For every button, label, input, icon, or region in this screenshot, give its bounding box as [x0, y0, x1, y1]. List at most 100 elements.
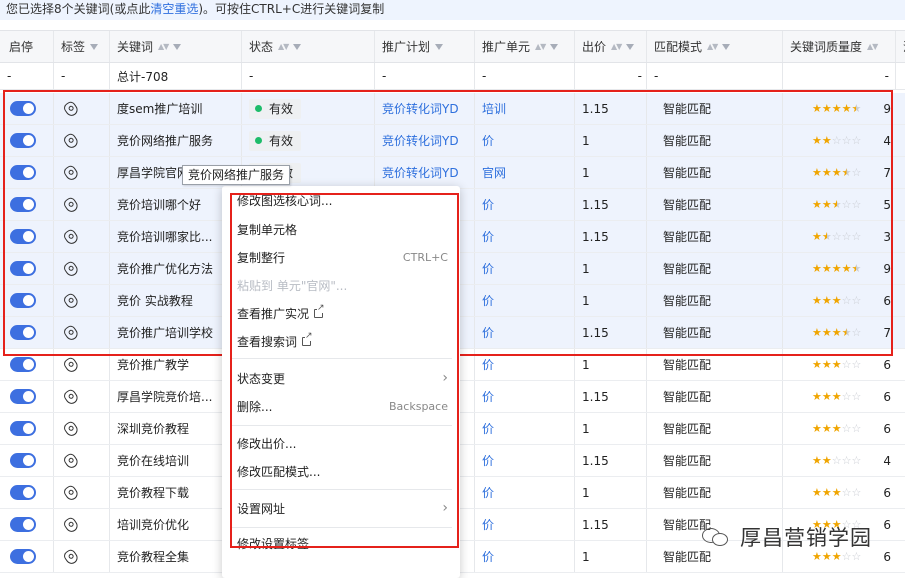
total-unit: - [475, 63, 575, 89]
tag-icon[interactable] [62, 515, 80, 534]
tag-icon[interactable] [62, 483, 80, 502]
col-extra[interactable]: 消 [896, 31, 905, 62]
notice-prefix: 您已选择8个关键词(或点此 [6, 2, 151, 16]
enable-cell [0, 445, 54, 476]
tag-icon[interactable] [62, 355, 80, 374]
enable-cell [0, 541, 54, 572]
col-quality[interactable]: 关键词质量度 ▲▼ [783, 31, 896, 62]
match-cell: 智能匹配 [647, 381, 783, 412]
col-quality-label: 关键词质量度 [790, 40, 863, 54]
unit-cell[interactable]: 价 [475, 509, 575, 540]
col-plan-label: 推广计划 [382, 40, 431, 54]
enable-toggle[interactable] [10, 453, 36, 468]
total-bid: - [575, 63, 647, 89]
unit-cell[interactable]: 价 [475, 445, 575, 476]
unit-cell[interactable]: 价 [475, 413, 575, 444]
bid-cell: 1.15 [575, 445, 647, 476]
total-status: - [242, 63, 375, 89]
filter-icon[interactable] [435, 43, 444, 50]
sort-icon[interactable]: ▲▼ [867, 42, 878, 51]
match-cell: 智能匹配 [647, 413, 783, 444]
clear-selection-link[interactable]: 清空重选 [150, 2, 198, 16]
selection-notice: 您已选择8个关键词(或点此清空重选)。可按住CTRL+C进行关键词复制 [0, 0, 905, 20]
col-unit-label: 推广单元 [482, 40, 531, 54]
match-cell: 智能匹配 [647, 445, 783, 476]
col-enable[interactable]: 启停 [0, 31, 54, 62]
col-enable-label: 启停 [9, 40, 34, 54]
bid-cell: 1 [575, 413, 647, 444]
quality-cell: ★★★☆☆ 6 [783, 381, 905, 412]
keyword-tooltip: 竞价网络推广服务 [182, 165, 291, 185]
unit-cell[interactable]: 价 [475, 541, 575, 572]
sort-icon[interactable]: ▲▼ [535, 42, 546, 51]
col-tag-label: 标签 [61, 40, 86, 54]
total-quality: - [783, 63, 896, 89]
quality-stars: ★★★☆☆ [812, 486, 862, 499]
filter-icon[interactable] [173, 43, 182, 50]
notice-suffix: )。可按住CTRL+C进行关键词复制 [198, 2, 385, 16]
wechat-icon [702, 526, 732, 548]
enable-cell [0, 477, 54, 508]
col-keyword[interactable]: 关键词 ▲▼ [110, 31, 242, 62]
tag-cell [54, 509, 110, 540]
filter-icon[interactable] [293, 43, 302, 50]
total-plan: - [375, 63, 475, 89]
enable-toggle[interactable] [10, 389, 36, 404]
quality-cell: ★★★☆☆ 6 [783, 477, 905, 508]
col-status[interactable]: 状态 ▲▼ [242, 31, 375, 62]
total-match: - [647, 63, 783, 89]
enable-toggle[interactable] [10, 421, 36, 436]
quality-cell: ★★☆☆☆ 4 [783, 445, 905, 476]
enable-toggle[interactable] [10, 517, 36, 532]
quality-score: 6 [883, 421, 891, 436]
tag-icon[interactable] [62, 387, 80, 406]
match-cell: 智能匹配 [647, 477, 783, 508]
bid-cell: 1.15 [575, 509, 647, 540]
total-keyword: 总计-708 [110, 63, 242, 89]
quality-score: 6 [883, 549, 891, 564]
total-row: - - 总计-708 - - - - - - [0, 63, 905, 90]
tag-icon[interactable] [62, 451, 80, 470]
quality-score: 6 [883, 389, 891, 404]
total-enable: - [0, 63, 54, 89]
enable-toggle[interactable] [10, 357, 36, 372]
col-bid-label: 出价 [582, 40, 607, 54]
tag-cell [54, 477, 110, 508]
quality-score: 6 [883, 485, 891, 500]
sort-icon[interactable]: ▲▼ [611, 42, 622, 51]
sort-icon[interactable]: ▲▼ [707, 42, 718, 51]
quality-stars: ★★☆☆☆ [812, 454, 862, 467]
table-header: 启停 标签 关键词 ▲▼ 状态 ▲▼ 推广计划 推广单元 ▲▼ 出价 ▲▼ 匹配模式 ▲▼… [0, 30, 905, 63]
bid-cell: 1 [575, 541, 647, 572]
enable-cell [0, 381, 54, 412]
filter-icon[interactable] [626, 43, 635, 50]
bid-cell: 1.15 [575, 381, 647, 412]
enable-cell [0, 413, 54, 444]
filter-icon[interactable] [550, 43, 559, 50]
watermark-text: 厚昌营销学园 [740, 526, 872, 550]
enable-toggle[interactable] [10, 485, 36, 500]
col-match[interactable]: 匹配模式 ▲▼ [647, 31, 783, 62]
unit-cell[interactable]: 价 [475, 381, 575, 412]
unit-cell[interactable]: 价 [475, 477, 575, 508]
col-bid[interactable]: 出价 ▲▼ [575, 31, 647, 62]
col-match-label: 匹配模式 [654, 40, 703, 54]
tag-icon[interactable] [62, 419, 80, 438]
filter-icon[interactable] [90, 43, 99, 50]
tag-cell [54, 541, 110, 572]
total-tag: - [54, 63, 110, 89]
quality-stars: ★★★☆☆ [812, 422, 862, 435]
col-unit[interactable]: 推广单元 ▲▼ [475, 31, 575, 62]
filter-icon[interactable] [722, 43, 731, 50]
col-tag[interactable]: 标签 [54, 31, 110, 62]
keyword-manager: { "notice": { "prefix": "您已选择8个关键词(或点此",… [0, 0, 905, 578]
sort-icon[interactable]: ▲▼ [278, 42, 289, 51]
enable-toggle[interactable] [10, 549, 36, 564]
quality-score: 6 [883, 517, 891, 532]
tag-icon[interactable] [62, 547, 80, 566]
quality-cell: ★★★☆☆ 6 [783, 413, 905, 444]
col-keyword-label: 关键词 [117, 40, 154, 54]
sort-icon[interactable]: ▲▼ [158, 42, 169, 51]
col-plan[interactable]: 推广计划 [375, 31, 475, 62]
quality-stars: ★★★☆☆ [812, 390, 862, 403]
